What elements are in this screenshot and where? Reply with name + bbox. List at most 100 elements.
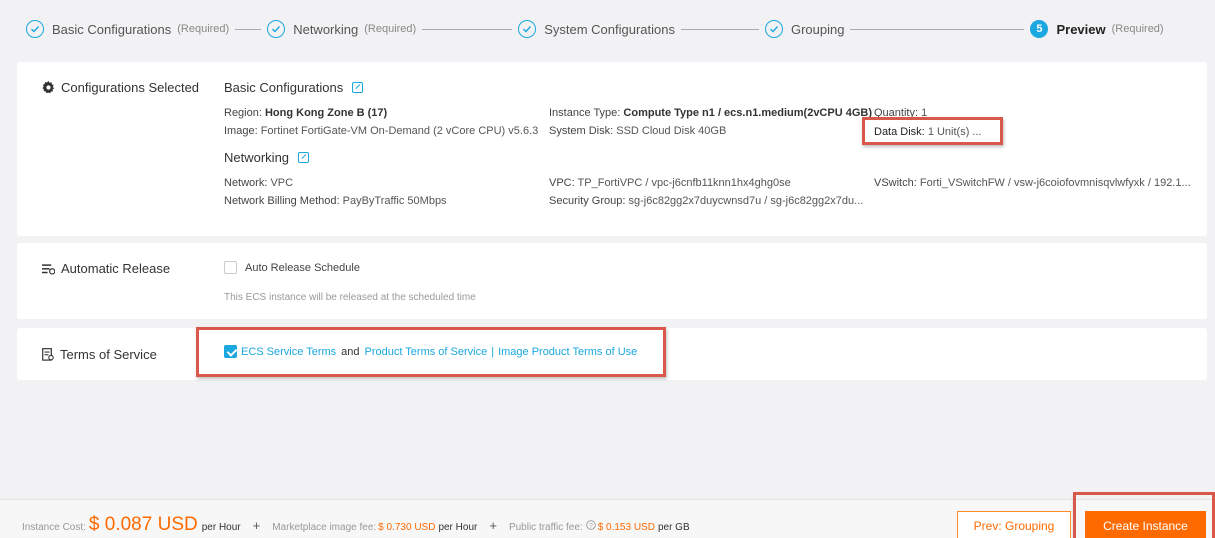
marketplace-fee-value: $ 0.730 USD	[378, 522, 436, 533]
field-value: SSD Cloud Disk 40GB	[616, 125, 727, 137]
marketplace-fee-label: Marketplace image fee:	[272, 522, 377, 533]
footer-bar: Instance Cost: $ 0.087 USD per Hour + Ma…	[0, 499, 1215, 538]
field-key: System Disk:	[549, 125, 614, 137]
help-icon[interactable]: ?	[585, 520, 596, 530]
auto-release-note: This ECS instance will be released at th…	[224, 292, 476, 303]
automatic-release-title: Automatic Release	[61, 261, 171, 276]
basic-configurations-section: Basic Configurations	[224, 80, 364, 95]
product-terms-link[interactable]: Product Terms of Service	[365, 346, 488, 358]
step-connector	[235, 28, 262, 30]
field-key: Data Disk:	[874, 126, 925, 138]
instance-cost-unit: per Hour	[201, 522, 241, 533]
edit-icon[interactable]	[298, 152, 310, 163]
step-connector	[680, 28, 759, 30]
field-value: PayByTraffic 50Mbps	[342, 195, 447, 207]
wizard-stepper: Basic Configurations (Required) Networki…	[0, 0, 1215, 58]
network-field: Network: VPC	[224, 177, 293, 189]
field-value: sg-j6c82gg2x7duycwnsd7u / sg-j6c82gg2x7d…	[628, 195, 864, 207]
instance-type-field: Instance Type: Compute Type n1 / ecs.n1.…	[549, 107, 872, 119]
check-circle-icon	[518, 20, 537, 38]
automatic-release-heading: Automatic Release	[42, 261, 170, 276]
billing-field: Network Billing Method: PayByTraffic 50M…	[224, 195, 447, 207]
field-key: Image:	[224, 125, 258, 137]
security-group-field: Security Group: sg-j6c82gg2x7duycwnsd7u …	[549, 195, 863, 207]
terms-checkbox[interactable]	[224, 345, 237, 358]
field-value: Forti_VSwitchFW / vsw-j6coiofovmnisqvlwf…	[919, 177, 1191, 189]
ecs-service-terms-link[interactable]: ECS Service Terms	[241, 346, 336, 358]
auto-release-checkbox[interactable]	[224, 261, 237, 274]
check-circle-icon	[26, 20, 44, 38]
field-key: VPC:	[549, 177, 575, 189]
step-connector	[850, 28, 1025, 30]
step-label: System Configurations	[544, 21, 675, 37]
field-key: Network Billing Method:	[224, 195, 340, 207]
plus-sign: +	[489, 518, 497, 533]
prev-grouping-button[interactable]: Prev: Grouping	[957, 511, 1071, 538]
field-key: Quantity:	[874, 107, 919, 119]
configurations-title: Configurations Selected	[61, 80, 200, 95]
cost-summary: Instance Cost: $ 0.087 USD per Hour + Ma…	[22, 514, 690, 536]
quantity-field: Quantity: 1	[874, 107, 927, 119]
step-label: Grouping	[790, 21, 845, 37]
field-value: Fortinet FortiGate-VM On-Demand (2 vCore…	[260, 125, 539, 137]
step-connector	[422, 28, 513, 30]
section-title: Basic Configurations	[224, 80, 344, 95]
check-circle-icon	[267, 20, 286, 38]
auto-release-label: Auto Release Schedule	[245, 261, 360, 274]
field-value: VPC	[270, 177, 294, 189]
traffic-fee-value: $ 0.153 USD	[597, 522, 655, 533]
create-instance-button[interactable]: Create Instance	[1085, 511, 1206, 538]
field-value: 1 Unit(s) ...	[927, 126, 982, 138]
check-circle-icon	[764, 20, 783, 38]
step-required: (Required)	[1111, 23, 1164, 35]
field-key: VSwitch:	[874, 177, 917, 189]
vswitch-field: VSwitch: Forti_VSwitchFW / vsw-j6coiofov…	[874, 177, 1191, 189]
step-label: Networking	[293, 21, 359, 37]
field-value: 1	[921, 107, 928, 119]
field-key: Region:	[224, 107, 262, 119]
svg-text:?: ?	[589, 522, 593, 529]
step-grouping[interactable]: Grouping	[764, 20, 845, 38]
terms-agreement: ECS Service Terms and Product Terms of S…	[224, 345, 637, 358]
step-required: (Required)	[364, 23, 417, 35]
field-value: TP_FortiVPC / vpc-j6cnfb11knn1hx4ghg0se	[577, 177, 791, 189]
vpc-field: VPC: TP_FortiVPC / vpc-j6cnfb11knn1hx4gh…	[549, 177, 791, 189]
plus-sign: +	[252, 518, 261, 533]
edit-icon[interactable]	[352, 82, 364, 93]
field-key: Network:	[224, 177, 268, 189]
image-field: Image: Fortinet FortiGate-VM On-Demand (…	[224, 125, 538, 137]
step-required: (Required)	[177, 23, 230, 35]
system-disk-field: System Disk: SSD Cloud Disk 40GB	[549, 125, 726, 137]
image-product-terms-link[interactable]: Image Product Terms of Use	[498, 346, 637, 358]
field-key: Security Group:	[549, 195, 626, 207]
terms-panel: Terms of Service ECS Service Terms and P…	[17, 328, 1207, 380]
terms-and-text: and	[341, 345, 360, 358]
automatic-release-panel: Automatic Release Auto Release Schedule …	[17, 243, 1207, 319]
terms-title: Terms of Service	[60, 347, 157, 362]
region-field: Region: Hong Kong Zone B (17)	[224, 107, 387, 119]
configurations-panel: Configurations Selected Basic Configurat…	[17, 62, 1207, 236]
data-disk-field: Data Disk: 1 Unit(s) ...	[874, 126, 982, 138]
instance-cost-value: $ 0.087 USD	[88, 514, 198, 535]
marketplace-fee-unit: per Hour	[438, 522, 478, 533]
step-label: Basic Configurations	[52, 21, 172, 37]
gear-icon	[42, 81, 55, 94]
terms-heading: Terms of Service	[42, 347, 157, 362]
section-title: Networking	[224, 150, 290, 165]
auto-release-option[interactable]: Auto Release Schedule	[224, 261, 360, 274]
field-value: Compute Type n1 / ecs.n1.medium(2vCPU 4G…	[623, 107, 872, 119]
step-basic-configurations[interactable]: Basic Configurations (Required)	[26, 20, 229, 38]
traffic-fee-unit: per GB	[657, 522, 690, 533]
field-value: Hong Kong Zone B (17)	[264, 107, 388, 119]
networking-section: Networking	[224, 150, 310, 165]
document-icon	[42, 348, 54, 361]
step-preview[interactable]: 5 Preview (Required)	[1030, 20, 1164, 38]
terms-separator: |	[491, 345, 495, 358]
step-number: 5	[1030, 20, 1049, 38]
step-networking[interactable]: Networking (Required)	[267, 20, 416, 38]
field-key: Instance Type:	[549, 107, 621, 119]
step-system-configurations[interactable]: System Configurations	[518, 20, 675, 38]
traffic-fee-label: Public traffic fee:	[508, 522, 583, 533]
configurations-heading: Configurations Selected	[42, 80, 199, 95]
release-icon	[42, 263, 55, 275]
